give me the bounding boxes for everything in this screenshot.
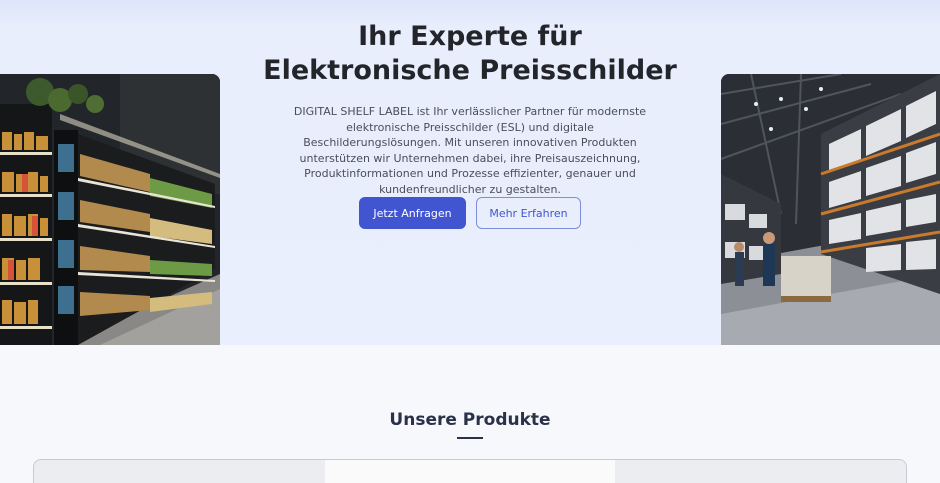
hero-heading: Ihr Experte für Elektronische Preisschil… [220,20,720,88]
hero-heading-line2: Elektronische Preisschilder [263,55,677,86]
hero-section: Ihr Experte für Elektronische Preisschil… [0,0,940,345]
supermarket-shelf-image [0,74,220,345]
request-now-button[interactable]: Jetzt Anfragen [359,197,466,229]
products-carousel [33,459,907,483]
title-underline [457,437,483,439]
product-card[interactable] [325,460,615,483]
products-section-title: Unsere Produkte [389,410,551,430]
warehouse-image [721,74,940,345]
hero-description: DIGITAL SHELF LABEL ist Ihr verlässliche… [293,105,647,196]
hero-heading-line1: Ihr Experte für [358,21,582,52]
learn-more-button[interactable]: Mehr Erfahren [476,197,581,229]
